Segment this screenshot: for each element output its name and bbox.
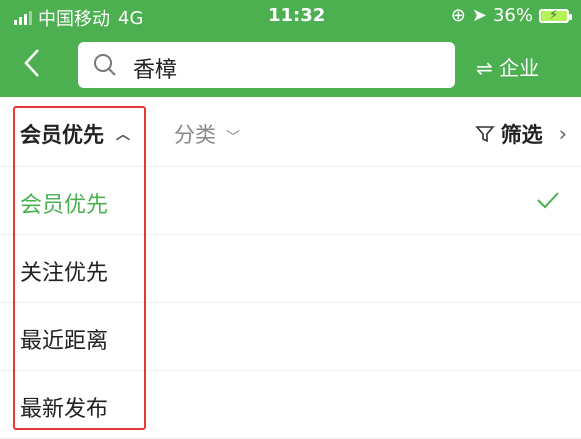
- search-icon: [94, 54, 116, 76]
- signal-icon: [14, 11, 32, 25]
- filter-button-label: 筛选: [500, 123, 543, 147]
- battery-icon: ⚡: [539, 8, 572, 23]
- sort-option-label: 关注优先: [20, 261, 109, 286]
- switch-enterprise-button[interactable]: ⇌ 企业: [476, 52, 539, 81]
- chevron-right-icon: ›: [558, 122, 567, 146]
- status-time: 11:32: [268, 5, 326, 26]
- sort-dropdown[interactable]: 会员优先 ︿: [20, 119, 130, 149]
- filter-button[interactable]: 筛选 ›: [474, 119, 567, 149]
- back-arrow-icon[interactable]: [20, 48, 50, 78]
- chevron-up-icon: ︿: [116, 127, 130, 143]
- chevron-down-icon: ﹀: [226, 130, 240, 146]
- sort-option-newest[interactable]: 最新发布: [0, 371, 581, 439]
- sort-option-member-first[interactable]: 会员优先: [0, 167, 581, 235]
- sort-option-label: 最新发布: [20, 397, 109, 422]
- sort-option-label: 会员优先: [20, 193, 109, 218]
- app-header: 中国移动 4G 11:32 ⊕ ➤ 36% ⚡ 香樟 ⇌ 企业: [0, 0, 581, 97]
- sort-options-menu: 会员优先 关注优先 最近距离 最新发布: [0, 167, 581, 439]
- carrier-name: 中国移动: [38, 9, 110, 30]
- status-right: ⊕ ➤ 36% ⚡: [450, 5, 572, 26]
- sort-option-label: 最近距离: [20, 329, 109, 354]
- category-dropdown[interactable]: 分类 ﹀: [174, 119, 240, 149]
- search-field[interactable]: 香樟: [78, 42, 455, 88]
- location-icon: ➤: [471, 5, 487, 26]
- sort-dropdown-label: 会员优先: [20, 123, 104, 147]
- filter-icon: [474, 126, 495, 143]
- switch-enterprise-label: ⇌ 企业: [476, 56, 540, 80]
- network-type: 4G: [118, 7, 144, 29]
- search-query: 香樟: [133, 58, 178, 83]
- status-bar: 中国移动 4G 11:32 ⊕ ➤ 36% ⚡: [0, 0, 581, 32]
- orientation-lock-icon: ⊕: [450, 5, 466, 26]
- category-dropdown-label: 分类: [174, 123, 216, 147]
- checkmark-icon: [537, 192, 559, 209]
- sort-option-nearest[interactable]: 最近距离: [0, 303, 581, 371]
- sort-option-followed-first[interactable]: 关注优先: [0, 235, 581, 303]
- status-left: 中国移动 4G: [14, 5, 143, 31]
- filter-bar: 会员优先 ︿ 分类 ﹀ 筛选 ›: [0, 97, 581, 167]
- battery-percent: 36%: [492, 5, 533, 26]
